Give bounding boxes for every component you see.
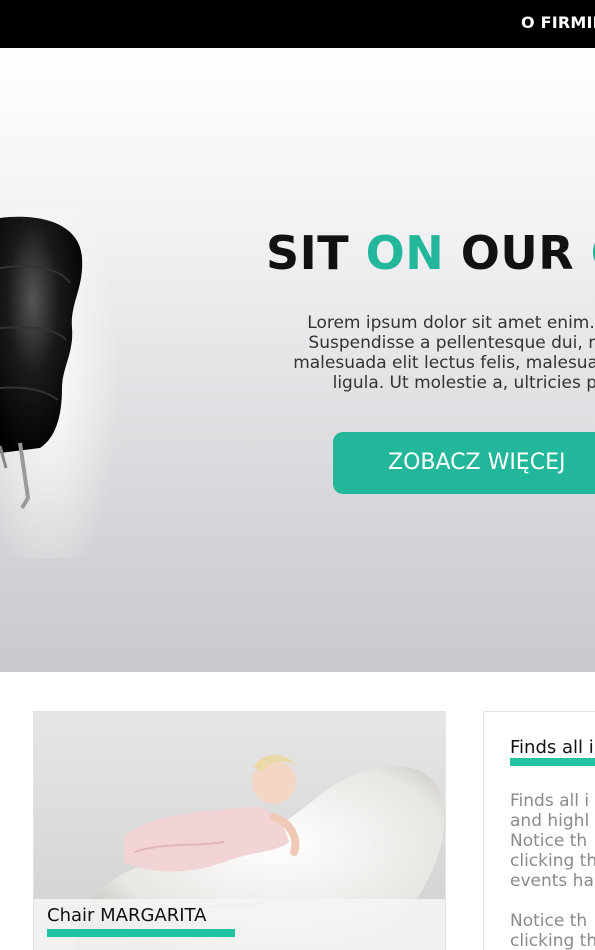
info-line: events ha: [510, 871, 594, 891]
top-nav-bar: O FIRMIE: [0, 0, 595, 48]
product-title[interactable]: Chair MARGARITA: [47, 905, 206, 926]
info-title-underline: [510, 758, 595, 766]
hero-description-line: ligula. Ut molestie a, ultricies po: [332, 373, 595, 393]
info-panel: Finds all i Finds all i and highl Notice…: [483, 711, 595, 950]
hero-title-accent1: ON: [365, 226, 445, 280]
hero-description-line: malesuada elit lectus felis, malesuada u…: [293, 353, 595, 373]
info-line: clicking th: [510, 851, 595, 871]
hero-description-line: Suspendisse a pellentesque dui, non f: [308, 333, 595, 353]
product-caption-bar: Chair MARGARITA: [34, 899, 445, 950]
info-paragraph: Finds all i and highl Notice th clicking…: [510, 791, 595, 891]
hero-description: Lorem ipsum dolor sit amet enim. Etia Su…: [200, 313, 595, 393]
black-leather-chair-image: [0, 208, 120, 558]
see-more-button[interactable]: ZOBACZ WIĘCEJ: [333, 432, 595, 494]
product-card[interactable]: Chair MARGARITA: [33, 711, 446, 950]
info-line: Notice th: [510, 831, 588, 851]
info-paragraph: Notice th clicking th: [510, 911, 595, 950]
info-title: Finds all i: [510, 737, 594, 758]
hero-title-part1: SIT: [266, 226, 366, 280]
hero-description-line: Lorem ipsum dolor sit amet enim. Etia: [307, 313, 595, 333]
info-line: Finds all i: [510, 791, 590, 811]
info-line: and highl: [510, 811, 590, 831]
hero-title-part2: OUR: [444, 226, 591, 280]
hero-banner: SIT ON OUR C Lorem ipsum dolor sit amet …: [0, 48, 595, 672]
nav-item-o-firmie[interactable]: O FIRMIE: [521, 13, 595, 32]
product-title-underline: [47, 929, 235, 937]
hero-title-accent2: C: [591, 226, 595, 280]
info-line: Notice th: [510, 911, 588, 931]
hero-title: SIT ON OUR C: [266, 226, 595, 280]
info-line: clicking th: [510, 931, 595, 950]
